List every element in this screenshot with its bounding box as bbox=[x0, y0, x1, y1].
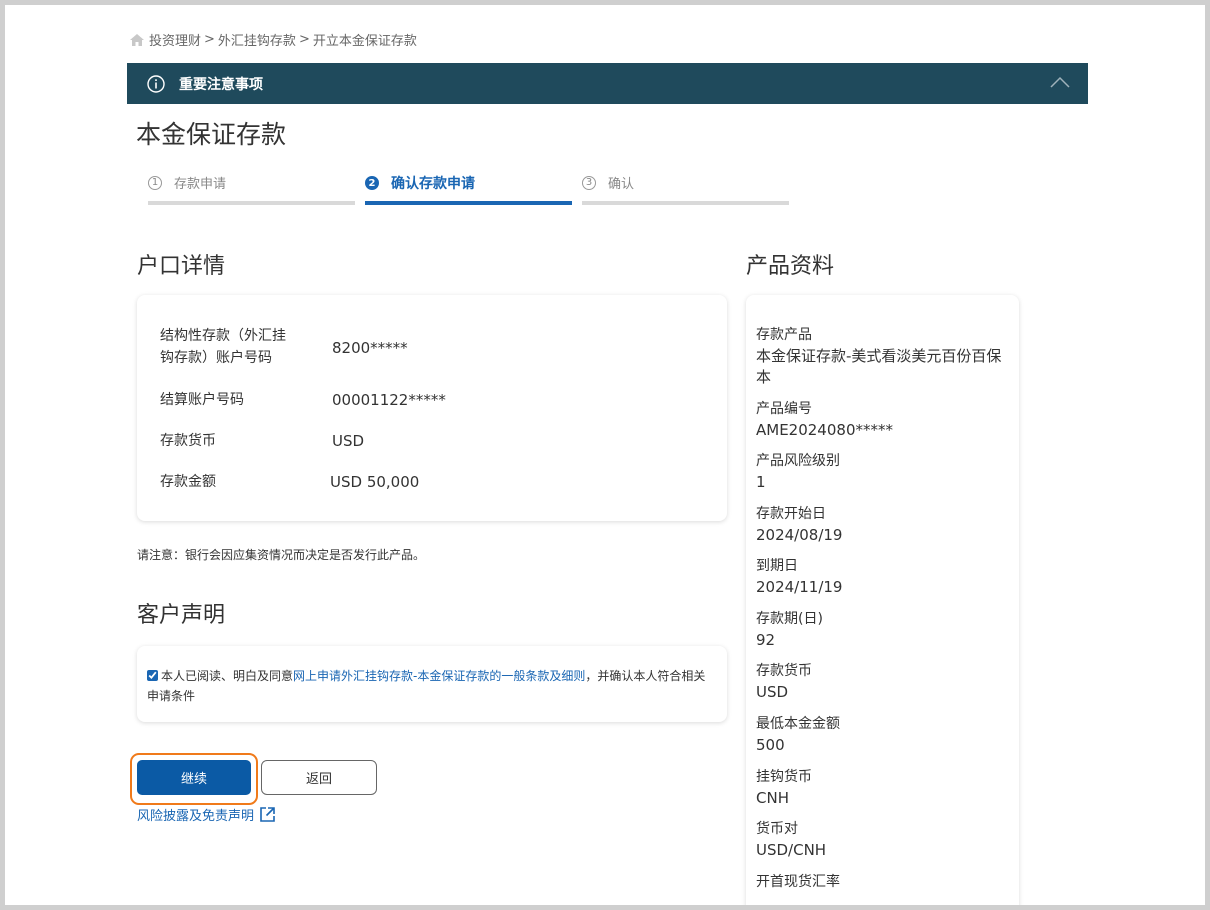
product-item-label: 开首现货汇率 bbox=[756, 874, 840, 890]
continue-button[interactable]: 继续 bbox=[137, 760, 251, 795]
risk-disclosure-link[interactable]: 风险披露及免责声明 bbox=[137, 805, 276, 824]
notice-title: 重要注意事项 bbox=[179, 76, 263, 93]
risk-disclosure-label: 风险披露及免责声明 bbox=[137, 809, 255, 824]
product-item-label: 到期日 bbox=[756, 558, 798, 574]
step-label: 存款申请 bbox=[174, 177, 227, 192]
product-item-label: 产品编号 bbox=[756, 401, 812, 417]
product-item-currency-pair: 货币对 USD/CNH bbox=[756, 819, 1016, 861]
product-item-value: 2024/11/19 bbox=[756, 578, 843, 596]
product-item-value: 1 bbox=[756, 473, 766, 491]
breadcrumb-item-fx-deposit[interactable]: 外汇挂钩存款 bbox=[218, 30, 296, 49]
info-icon bbox=[147, 74, 165, 93]
step-bar bbox=[148, 201, 355, 205]
account-row-sd-number: 结构性存款（外汇挂钩存款）账户号码 8200***** bbox=[160, 325, 408, 369]
product-item-initial-spot-rate: 开首现货汇率 bbox=[756, 872, 1016, 893]
external-link-icon bbox=[260, 807, 275, 822]
breadcrumb: 投资理财 > 外汇挂钩存款 > 开立本金保证存款 bbox=[129, 30, 417, 49]
account-row-label: 存款金额 bbox=[160, 474, 216, 490]
product-item-deposit-currency: 存款货币 USD bbox=[756, 661, 1016, 703]
important-notice-bar[interactable]: 重要注意事项 bbox=[127, 63, 1088, 104]
product-item-label: 货币对 bbox=[756, 821, 798, 837]
product-info-title: 产品资料 bbox=[746, 254, 835, 279]
back-button[interactable]: 返回 bbox=[261, 760, 377, 795]
product-item-value: 2024/08/19 bbox=[756, 526, 843, 544]
account-row-label: 结构性存款（外汇挂钩存款）账户号码 bbox=[160, 328, 286, 366]
agree-checkbox[interactable] bbox=[147, 670, 158, 681]
declaration-text-before: 本人已阅读、明白及同意 bbox=[161, 669, 294, 683]
product-item-min-principal: 最低本金金额 500 bbox=[756, 714, 1016, 756]
step-bar bbox=[582, 201, 789, 205]
product-item-maturity-date: 到期日 2024/11/19 bbox=[756, 556, 1016, 598]
step-number: 1 bbox=[148, 175, 162, 190]
step-confirm: 3 确认 bbox=[582, 173, 789, 205]
breadcrumb-separator: > bbox=[298, 32, 310, 47]
declaration-title: 客户声明 bbox=[137, 603, 226, 628]
issuance-note: 请注意：银行会因应集资情况而决定是否发行此产品。 bbox=[137, 548, 426, 562]
product-item-value: 500 bbox=[756, 736, 785, 754]
terms-link[interactable]: 网上申请外汇挂钩存款-本金保证存款的一般条款及细则 bbox=[293, 669, 585, 683]
declaration-text: 本人已阅读、明白及同意网上申请外汇挂钩存款-本金保证存款的一般条款及细则，并确认… bbox=[147, 666, 717, 706]
account-row-currency: 存款货币 USD bbox=[160, 430, 364, 452]
product-item-value: USD/CNH bbox=[756, 841, 827, 859]
page-frame: 投资理财 > 外汇挂钩存款 > 开立本金保证存款 重要注意事项 本金保证存款 1… bbox=[5, 5, 1205, 905]
account-row-value: USD bbox=[332, 432, 365, 450]
product-item-label: 存款产品 bbox=[756, 327, 812, 343]
product-item-product-code: 产品编号 AME2024080***** bbox=[756, 399, 1016, 441]
breadcrumb-separator: > bbox=[204, 32, 215, 47]
product-item-value: 本金保证存款-美式看淡美元百份百保本 bbox=[756, 347, 1002, 386]
step-number: 2 bbox=[365, 176, 379, 190]
account-row-label: 存款货币 bbox=[160, 433, 216, 449]
page-title: 本金保证存款 bbox=[136, 120, 287, 149]
account-details-title: 户口详情 bbox=[137, 254, 226, 279]
account-row-label: 结算账户号码 bbox=[160, 392, 244, 408]
step-confirm-application: 2 确认存款申请 bbox=[365, 173, 572, 205]
product-item-label: 存款期(日) bbox=[756, 611, 823, 627]
product-item-value: 92 bbox=[756, 631, 776, 649]
progress-stepper: 1 存款申请 2 确认存款申请 3 确认 bbox=[148, 173, 799, 205]
account-row-value: USD 50,000 bbox=[330, 473, 420, 491]
product-item-value: USD bbox=[756, 683, 789, 701]
account-row-value: 00001122***** bbox=[332, 391, 446, 409]
account-row-amount: 存款金额 USD 50,000 bbox=[160, 471, 419, 493]
product-item-tenor-days: 存款期(日) 92 bbox=[756, 609, 1016, 651]
step-number: 3 bbox=[582, 175, 596, 190]
product-item-label: 挂钩货币 bbox=[756, 769, 812, 785]
product-item-value: AME2024080***** bbox=[756, 421, 893, 439]
breadcrumb-item-invest[interactable]: 投资理财 bbox=[149, 30, 201, 49]
step-label: 确认 bbox=[608, 177, 635, 192]
product-item-label: 存款货币 bbox=[756, 663, 812, 679]
product-item-value: CNH bbox=[756, 789, 789, 807]
chevron-up-icon[interactable] bbox=[1050, 75, 1070, 89]
product-item-deposit-product: 存款产品 本金保证存款-美式看淡美元百份百保本 bbox=[756, 325, 1016, 388]
step-label: 确认存款申请 bbox=[391, 176, 475, 192]
breadcrumb-item-current: 开立本金保证存款 bbox=[312, 34, 417, 49]
product-item-risk-level: 产品风险级别 1 bbox=[756, 451, 1016, 493]
home-icon[interactable] bbox=[129, 33, 145, 47]
account-row-value: 8200***** bbox=[332, 339, 408, 357]
product-item-start-date: 存款开始日 2024/08/19 bbox=[756, 504, 1016, 546]
step-bar bbox=[365, 201, 572, 205]
account-details-card: 结构性存款（外汇挂钩存款）账户号码 8200***** 结算账户号码 00001… bbox=[137, 295, 727, 521]
step-deposit-application: 1 存款申请 bbox=[148, 173, 355, 205]
product-item-label: 产品风险级别 bbox=[756, 453, 840, 469]
product-info-card: 存款产品 本金保证存款-美式看淡美元百份百保本 产品编号 AME2024080*… bbox=[746, 295, 1019, 905]
product-item-label: 最低本金金额 bbox=[756, 716, 840, 732]
product-item-label: 存款开始日 bbox=[756, 506, 826, 522]
product-item-linked-currency: 挂钩货币 CNH bbox=[756, 767, 1016, 809]
account-row-settlement-number: 结算账户号码 00001122***** bbox=[160, 389, 446, 411]
declaration-card: 本人已阅读、明白及同意网上申请外汇挂钩存款-本金保证存款的一般条款及细则，并确认… bbox=[137, 646, 727, 722]
